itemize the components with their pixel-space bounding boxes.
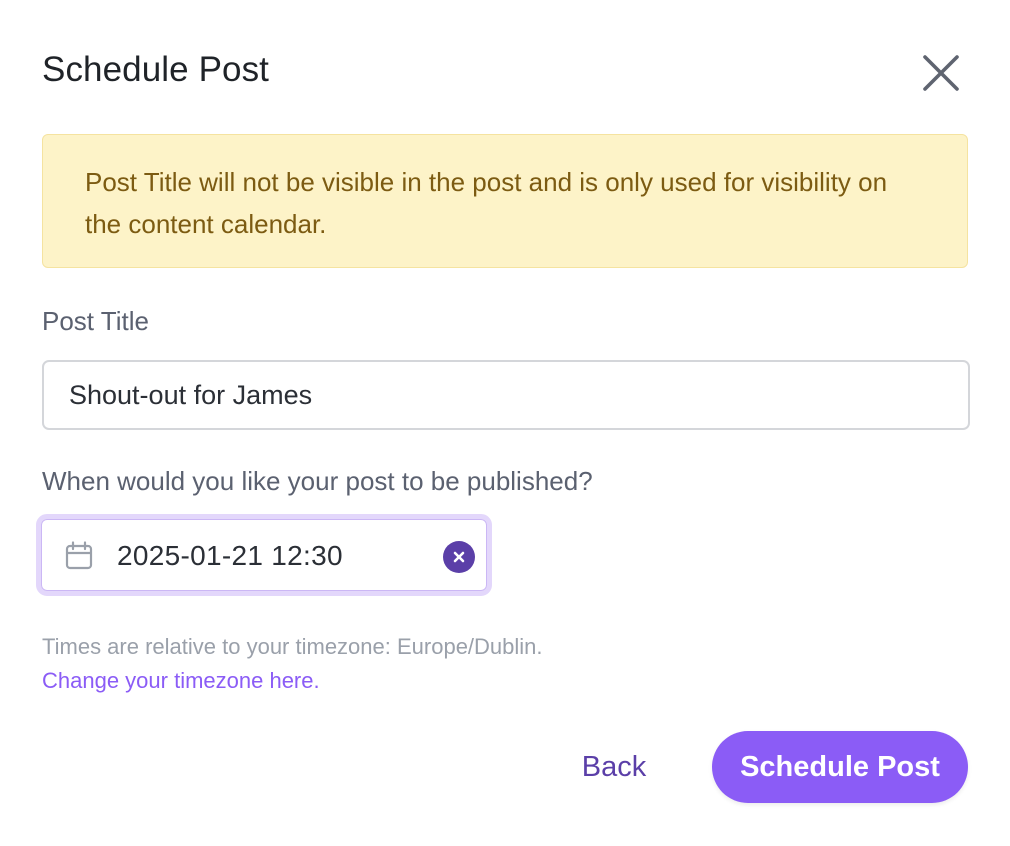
post-title-input[interactable] xyxy=(42,360,970,430)
datetime-picker[interactable]: 2025-01-21 12:30 xyxy=(36,514,492,596)
calendar-icon xyxy=(65,541,93,570)
schedule-post-button[interactable]: Schedule Post xyxy=(712,731,968,803)
datetime-value[interactable]: 2025-01-21 12:30 xyxy=(117,540,343,572)
clear-datetime-button[interactable] xyxy=(443,541,475,573)
publish-time-label: When would you like your post to be publ… xyxy=(42,466,593,496)
info-notice-text: Post Title will not be visible in the po… xyxy=(85,167,888,239)
clear-icon xyxy=(453,551,465,563)
dialog-title: Schedule Post xyxy=(42,50,270,89)
change-timezone-link[interactable]: Change your timezone here. xyxy=(42,668,320,694)
close-icon xyxy=(923,55,959,91)
schedule-post-dialog: Schedule Post Post Title will not be vis… xyxy=(0,0,1010,846)
info-notice: Post Title will not be visible in the po… xyxy=(42,134,968,268)
post-title-label: Post Title xyxy=(42,306,149,336)
timezone-hint: Times are relative to your timezone: Eur… xyxy=(42,634,543,659)
back-button[interactable]: Back xyxy=(560,734,668,800)
close-button[interactable] xyxy=(918,50,964,96)
